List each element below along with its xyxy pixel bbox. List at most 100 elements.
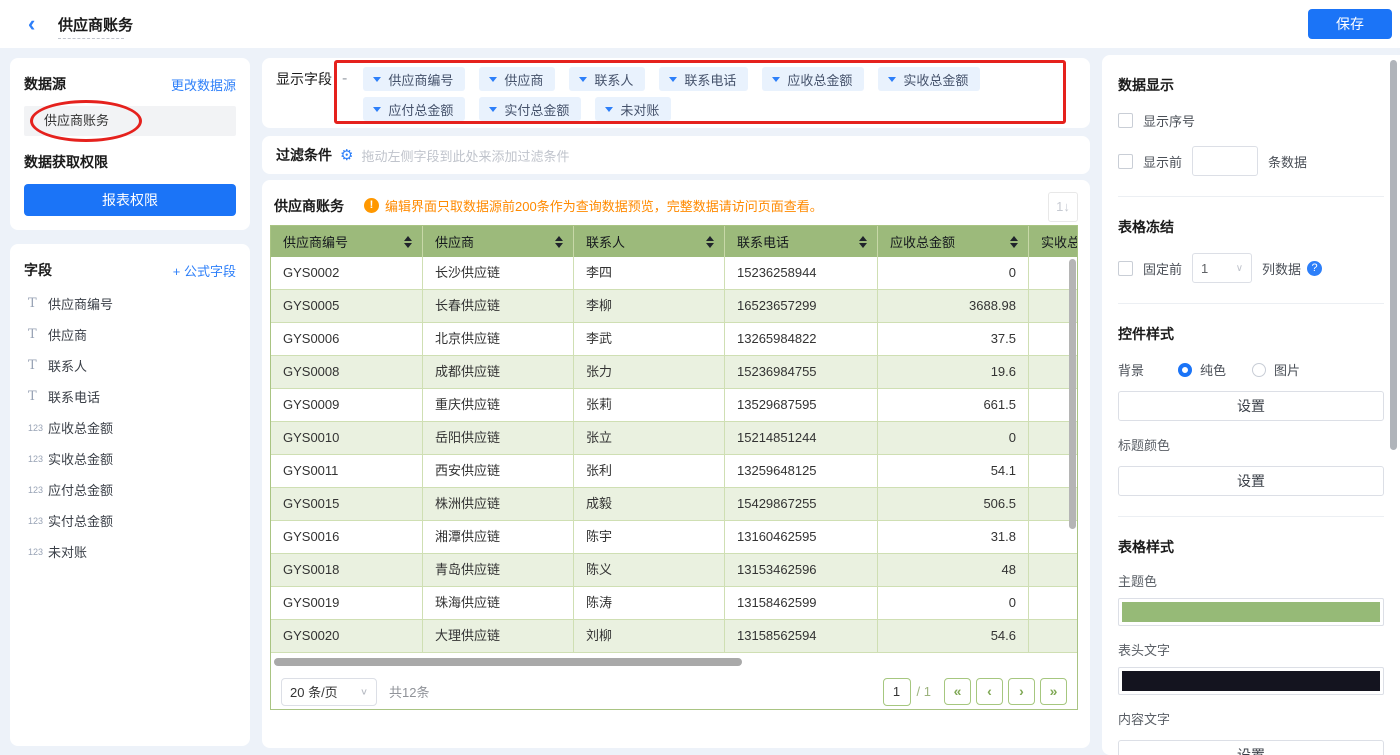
sort-arrows-icon[interactable] bbox=[555, 235, 563, 248]
column-header[interactable]: 供应商编号 bbox=[271, 226, 423, 257]
image-radio[interactable] bbox=[1252, 362, 1267, 377]
current-page-input[interactable]: 1 bbox=[882, 677, 911, 706]
column-header[interactable]: 联系电话 bbox=[725, 226, 878, 257]
table-cell: 13153462596 bbox=[725, 554, 878, 587]
column-header[interactable]: 实收总金额 bbox=[1029, 226, 1077, 257]
field-item[interactable]: T 供应商 bbox=[24, 319, 236, 350]
table-style-title: 表格样式 bbox=[1118, 539, 1174, 555]
last-page-button[interactable]: » bbox=[1040, 678, 1067, 705]
next-page-button[interactable]: › bbox=[1008, 678, 1035, 705]
chevron-down-icon: ∨ bbox=[1235, 262, 1244, 274]
field-item[interactable]: 123 应收总金额 bbox=[24, 412, 236, 443]
field-item[interactable]: 123 实收总金额 bbox=[24, 443, 236, 474]
display-field-tag[interactable]: 联系电话 bbox=[659, 67, 749, 91]
column-header[interactable]: 联系人 bbox=[574, 226, 725, 257]
save-button[interactable]: 保存 bbox=[1308, 9, 1392, 39]
show-first-checkbox[interactable] bbox=[1118, 153, 1133, 169]
field-item[interactable]: 123 实付总金额 bbox=[24, 505, 236, 536]
table-cell: GYS0016 bbox=[271, 521, 423, 554]
field-label: 供应商 bbox=[48, 328, 88, 343]
sort-tool-icon[interactable]: 1↓ bbox=[1048, 192, 1078, 222]
total-count: 共12条 bbox=[389, 685, 430, 700]
table-row[interactable]: GYS0015 株洲供应链 成毅 15429867255 506.5 bbox=[271, 488, 1077, 521]
background-set-button[interactable]: 设置 bbox=[1118, 391, 1384, 421]
header-text-label: 表头文字 bbox=[1118, 643, 1171, 658]
caret-down-icon bbox=[579, 76, 588, 82]
table-row[interactable]: GYS0005 长春供应链 李柳 16523657299 3688.98 bbox=[271, 290, 1077, 323]
table-cell: 刘柳 bbox=[574, 620, 725, 653]
show-index-checkbox[interactable] bbox=[1118, 113, 1133, 128]
help-icon[interactable]: ? bbox=[1307, 260, 1323, 276]
display-field-tag[interactable]: 实付总金额 bbox=[479, 97, 582, 121]
table-row[interactable]: GYS0018 青岛供应链 陈义 13153462596 48 bbox=[271, 554, 1077, 587]
fix-first-checkbox[interactable] bbox=[1118, 260, 1133, 276]
grid-body: GYS0002 长沙供应链 李四 15236258944 0 GYS0005 长春供应链 李柳… bbox=[271, 257, 1077, 653]
table-row[interactable]: GYS0010 岳阳供应链 张立 15214851244 0 bbox=[271, 422, 1077, 455]
sort-arrows-icon[interactable] bbox=[404, 235, 412, 248]
first-page-button[interactable]: « bbox=[944, 678, 971, 705]
table-row[interactable]: GYS0008 成都供应链 张力 15236984755 19.6 bbox=[271, 356, 1077, 389]
table-freeze-title: 表格冻结 bbox=[1118, 219, 1174, 235]
field-item[interactable]: T 供应商编号 bbox=[24, 288, 236, 319]
table-row[interactable]: GYS0016 湘潭供应链 陈宇 13160462595 31.8 bbox=[271, 521, 1077, 554]
field-item[interactable]: T 联系电话 bbox=[24, 381, 236, 412]
column-header[interactable]: 供应商 bbox=[423, 226, 574, 257]
background-label: 背景 bbox=[1118, 363, 1145, 378]
theme-color-swatch[interactable] bbox=[1118, 598, 1384, 626]
display-field-tag-list: 供应商编号 供应商 联系人 联系电话 应收总金额 实收总金额应付总金额 实付总金额 未对账 bbox=[355, 66, 1071, 126]
table-row[interactable]: GYS0006 北京供应链 李武 13265984822 37.5 bbox=[271, 323, 1077, 356]
sort-arrows-icon[interactable] bbox=[706, 235, 714, 248]
table-row[interactable]: GYS0011 西安供应链 张利 13259648125 54.1 bbox=[271, 455, 1077, 488]
display-fields-label: 显示字段 bbox=[276, 71, 332, 87]
field-item[interactable]: T 联系人 bbox=[24, 350, 236, 381]
column-header-label: 供应商编号 bbox=[283, 235, 349, 250]
table-cell: GYS0020 bbox=[271, 620, 423, 653]
title-color-set-button[interactable]: 设置 bbox=[1118, 466, 1384, 496]
table-row[interactable]: GYS0002 长沙供应链 李四 15236258944 0 bbox=[271, 257, 1077, 290]
prev-page-button[interactable]: ‹ bbox=[976, 678, 1003, 705]
table-row[interactable]: GYS0020 大理供应链 刘柳 13158562594 54.6 bbox=[271, 620, 1077, 653]
warning-text: 编辑界面只取数据源前200条作为查询数据预览，完整数据请访问页面查看。 bbox=[385, 199, 823, 214]
tag-label: 联系人 bbox=[594, 72, 634, 88]
display-field-tag[interactable]: 供应商 bbox=[479, 67, 556, 91]
display-field-tag[interactable]: 应付总金额 bbox=[363, 97, 466, 121]
content-text-set-button[interactable]: 设置 bbox=[1118, 740, 1384, 755]
table-cell: GYS0019 bbox=[271, 587, 423, 620]
gear-icon[interactable]: ⚙ bbox=[340, 146, 353, 164]
field-item[interactable]: 123 应付总金额 bbox=[24, 474, 236, 505]
warning-icon: ! bbox=[364, 198, 379, 213]
row-count-input[interactable] bbox=[1192, 146, 1259, 176]
column-header[interactable]: 应收总金额 bbox=[878, 226, 1029, 257]
table-cell: GYS0015 bbox=[271, 488, 423, 521]
table-cell: 张利 bbox=[574, 455, 725, 488]
page-size-select[interactable]: 20 条/页 ∨ bbox=[281, 677, 377, 706]
display-field-tag[interactable]: 未对账 bbox=[595, 97, 672, 121]
table-row[interactable]: GYS0019 珠海供应链 陈涛 13158462599 0 bbox=[271, 587, 1077, 620]
field-item[interactable]: 123 未对账 bbox=[24, 536, 236, 567]
display-field-tag[interactable]: 应收总金额 bbox=[762, 67, 865, 91]
display-field-tag[interactable]: 实收总金额 bbox=[878, 67, 981, 91]
table-card: 供应商账务 ! 编辑界面只取数据源前200条作为查询数据预览，完整数据请访问页面… bbox=[262, 180, 1090, 748]
table-cell: 16523657299 bbox=[725, 290, 878, 323]
header-text-color-swatch[interactable] bbox=[1118, 667, 1384, 695]
solid-color-radio[interactable] bbox=[1178, 362, 1192, 377]
fix-columns-select[interactable]: 1 ∨ bbox=[1192, 253, 1253, 283]
datasource-value-box[interactable]: 供应商账务 bbox=[24, 100, 236, 142]
table-cell: 19.6 bbox=[878, 356, 1029, 389]
change-datasource-link[interactable]: 更改数据源 bbox=[171, 75, 236, 94]
table-cell: 0 bbox=[878, 587, 1029, 620]
sort-arrows-icon[interactable] bbox=[1010, 235, 1018, 248]
table-row[interactable]: GYS0009 重庆供应链 张莉 13529687595 661.5 bbox=[271, 389, 1077, 422]
display-field-tag[interactable]: 供应商编号 bbox=[363, 67, 466, 91]
page-scrollbar[interactable] bbox=[1390, 60, 1397, 450]
sort-arrows-icon[interactable] bbox=[859, 235, 867, 248]
table-cell: 西安供应链 bbox=[423, 455, 574, 488]
caret-down-icon bbox=[888, 76, 897, 82]
filter-drop-placeholder: 拖动左侧字段到此处来添加过滤条件 bbox=[361, 148, 570, 164]
display-field-tag[interactable]: 联系人 bbox=[569, 67, 646, 91]
horizontal-scrollbar[interactable] bbox=[274, 658, 742, 666]
back-icon[interactable]: ‹ bbox=[28, 12, 35, 36]
add-formula-field-link[interactable]: + 公式字段 bbox=[173, 261, 236, 280]
report-permission-button[interactable]: 报表权限 bbox=[24, 184, 236, 216]
vertical-scrollbar[interactable] bbox=[1069, 259, 1076, 529]
